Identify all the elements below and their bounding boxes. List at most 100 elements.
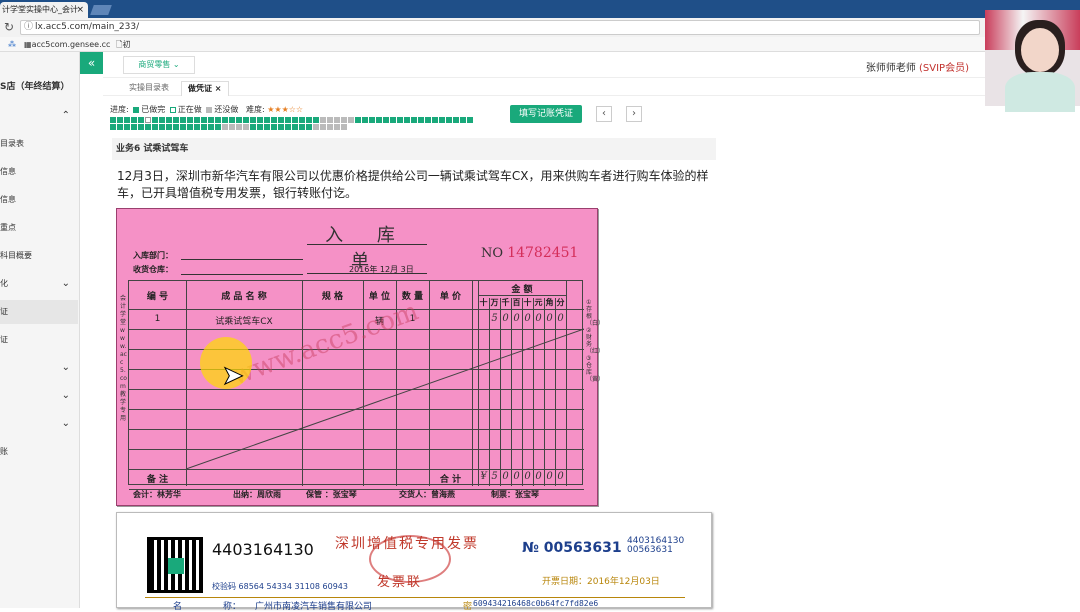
progress-cell[interactable] — [348, 117, 354, 123]
progress-cell[interactable] — [222, 117, 228, 123]
sidebar-item[interactable]: 信息 — [0, 160, 78, 184]
sidebar-collapse-button[interactable]: « — [80, 52, 103, 74]
sidebar-item[interactable]: ⌄ — [0, 412, 78, 436]
progress-cell[interactable] — [187, 124, 193, 130]
sidebar-item[interactable]: 目录表 — [0, 132, 78, 156]
next-task-button[interactable]: › — [626, 106, 642, 122]
progress-cell[interactable] — [467, 117, 473, 123]
progress-cell[interactable] — [215, 117, 221, 123]
progress-cell[interactable] — [453, 117, 459, 123]
sidebar-item[interactable]: 账 — [0, 440, 78, 464]
sidebar-item[interactable]: 证 — [0, 300, 78, 324]
progress-cell[interactable] — [201, 117, 207, 123]
progress-cell[interactable] — [166, 117, 172, 123]
progress-cell[interactable] — [306, 124, 312, 130]
progress-cell[interactable] — [327, 124, 333, 130]
progress-cell[interactable] — [187, 117, 193, 123]
sidebar-item[interactable]: ⌄ — [0, 356, 78, 380]
progress-cell[interactable] — [229, 117, 235, 123]
progress-cell[interactable] — [159, 117, 165, 123]
sidebar-item[interactable]: 证 — [0, 328, 78, 352]
progress-cell[interactable] — [264, 117, 270, 123]
progress-cell[interactable] — [250, 117, 256, 123]
chevron-down-icon[interactable]: ⌄ — [62, 272, 70, 296]
progress-cell[interactable] — [208, 124, 214, 130]
sidebar-item[interactable]: 重点 — [0, 216, 78, 240]
new-tab-button[interactable] — [90, 5, 112, 15]
progress-cell[interactable] — [159, 124, 165, 130]
progress-cell[interactable] — [229, 124, 235, 130]
progress-cell[interactable] — [222, 124, 228, 130]
progress-cell[interactable] — [124, 124, 130, 130]
progress-cell[interactable] — [390, 117, 396, 123]
tab-catalog[interactable]: 实操目录表 — [123, 81, 175, 95]
progress-cell[interactable] — [446, 117, 452, 123]
progress-cell[interactable] — [432, 117, 438, 123]
progress-cell[interactable] — [313, 124, 319, 130]
progress-cell[interactable] — [292, 124, 298, 130]
progress-cell[interactable] — [180, 124, 186, 130]
progress-cell[interactable] — [236, 124, 242, 130]
progress-cell[interactable] — [208, 117, 214, 123]
progress-cell[interactable] — [194, 124, 200, 130]
progress-cell[interactable] — [271, 117, 277, 123]
chevron-up-icon[interactable]: ⌃ — [62, 104, 70, 128]
prev-task-button[interactable]: ‹ — [596, 106, 612, 122]
progress-cell[interactable] — [460, 117, 466, 123]
progress-cell[interactable] — [117, 124, 123, 130]
reload-icon[interactable]: ↻ — [4, 20, 14, 34]
progress-cell[interactable] — [362, 117, 368, 123]
progress-cell[interactable] — [292, 117, 298, 123]
sidebar-item[interactable] — [0, 468, 78, 492]
progress-cell[interactable] — [138, 117, 144, 123]
progress-cell[interactable] — [110, 117, 116, 123]
progress-cell[interactable] — [131, 124, 137, 130]
progress-cell[interactable] — [439, 117, 445, 123]
bookmark-item[interactable]: ▦ acc5com.gensee.cc — [24, 37, 110, 52]
tab-close-icon[interactable]: × — [215, 84, 222, 93]
progress-cell[interactable] — [180, 117, 186, 123]
progress-cell[interactable] — [194, 117, 200, 123]
progress-cell[interactable] — [285, 124, 291, 130]
sidebar-item[interactable]: ⌃ — [0, 104, 78, 128]
progress-cell[interactable] — [152, 117, 158, 123]
progress-cell[interactable] — [131, 117, 137, 123]
progress-cell[interactable] — [369, 117, 375, 123]
progress-cell[interactable] — [278, 124, 284, 130]
progress-cell[interactable] — [355, 117, 361, 123]
progress-cell[interactable] — [383, 117, 389, 123]
sidebar-item[interactable]: 科目概要 — [0, 244, 78, 268]
progress-cell[interactable] — [376, 117, 382, 123]
progress-cell[interactable] — [243, 117, 249, 123]
tab-close-icon[interactable]: × — [76, 2, 84, 18]
progress-cell[interactable] — [271, 124, 277, 130]
progress-cell[interactable] — [341, 124, 347, 130]
progress-cell[interactable] — [145, 124, 151, 130]
chevron-down-icon[interactable]: ⌄ — [62, 412, 70, 436]
progress-cell[interactable] — [117, 117, 123, 123]
progress-cell[interactable] — [327, 117, 333, 123]
sidebar-item[interactable]: 化 ⌄ — [0, 272, 78, 296]
apps-icon[interactable]: ⁂ — [8, 37, 16, 52]
progress-cell[interactable] — [425, 117, 431, 123]
sidebar-item[interactable]: ⌄ — [0, 384, 78, 408]
progress-cell[interactable] — [320, 117, 326, 123]
progress-cell[interactable] — [341, 117, 347, 123]
sidebar-item[interactable]: 信息 — [0, 188, 78, 212]
progress-cell[interactable] — [404, 117, 410, 123]
progress-cell[interactable] — [285, 117, 291, 123]
progress-cell[interactable] — [299, 124, 305, 130]
progress-cell[interactable] — [334, 124, 340, 130]
url-input[interactable]: ⓘ lx.acc5.com/main_233/ — [20, 20, 980, 35]
fill-voucher-button[interactable]: 填写记账凭证 — [510, 105, 582, 123]
chevron-down-icon[interactable]: ⌄ — [62, 356, 70, 380]
progress-cell[interactable] — [264, 124, 270, 130]
vat-invoice[interactable]: 4403164130 深圳增值税专用发票 发票联 № 00563631 4403… — [116, 512, 712, 612]
progress-cell[interactable] — [124, 117, 130, 123]
progress-cell[interactable] — [173, 117, 179, 123]
progress-cell[interactable] — [257, 124, 263, 130]
progress-cell[interactable] — [138, 124, 144, 130]
progress-cell[interactable] — [110, 124, 116, 130]
info-icon[interactable]: ⓘ — [24, 21, 33, 34]
warehouse-receipt[interactable]: 入 库 单 NO 14782451 入库部门： 收货仓库： 2016年 12月 … — [116, 208, 604, 506]
